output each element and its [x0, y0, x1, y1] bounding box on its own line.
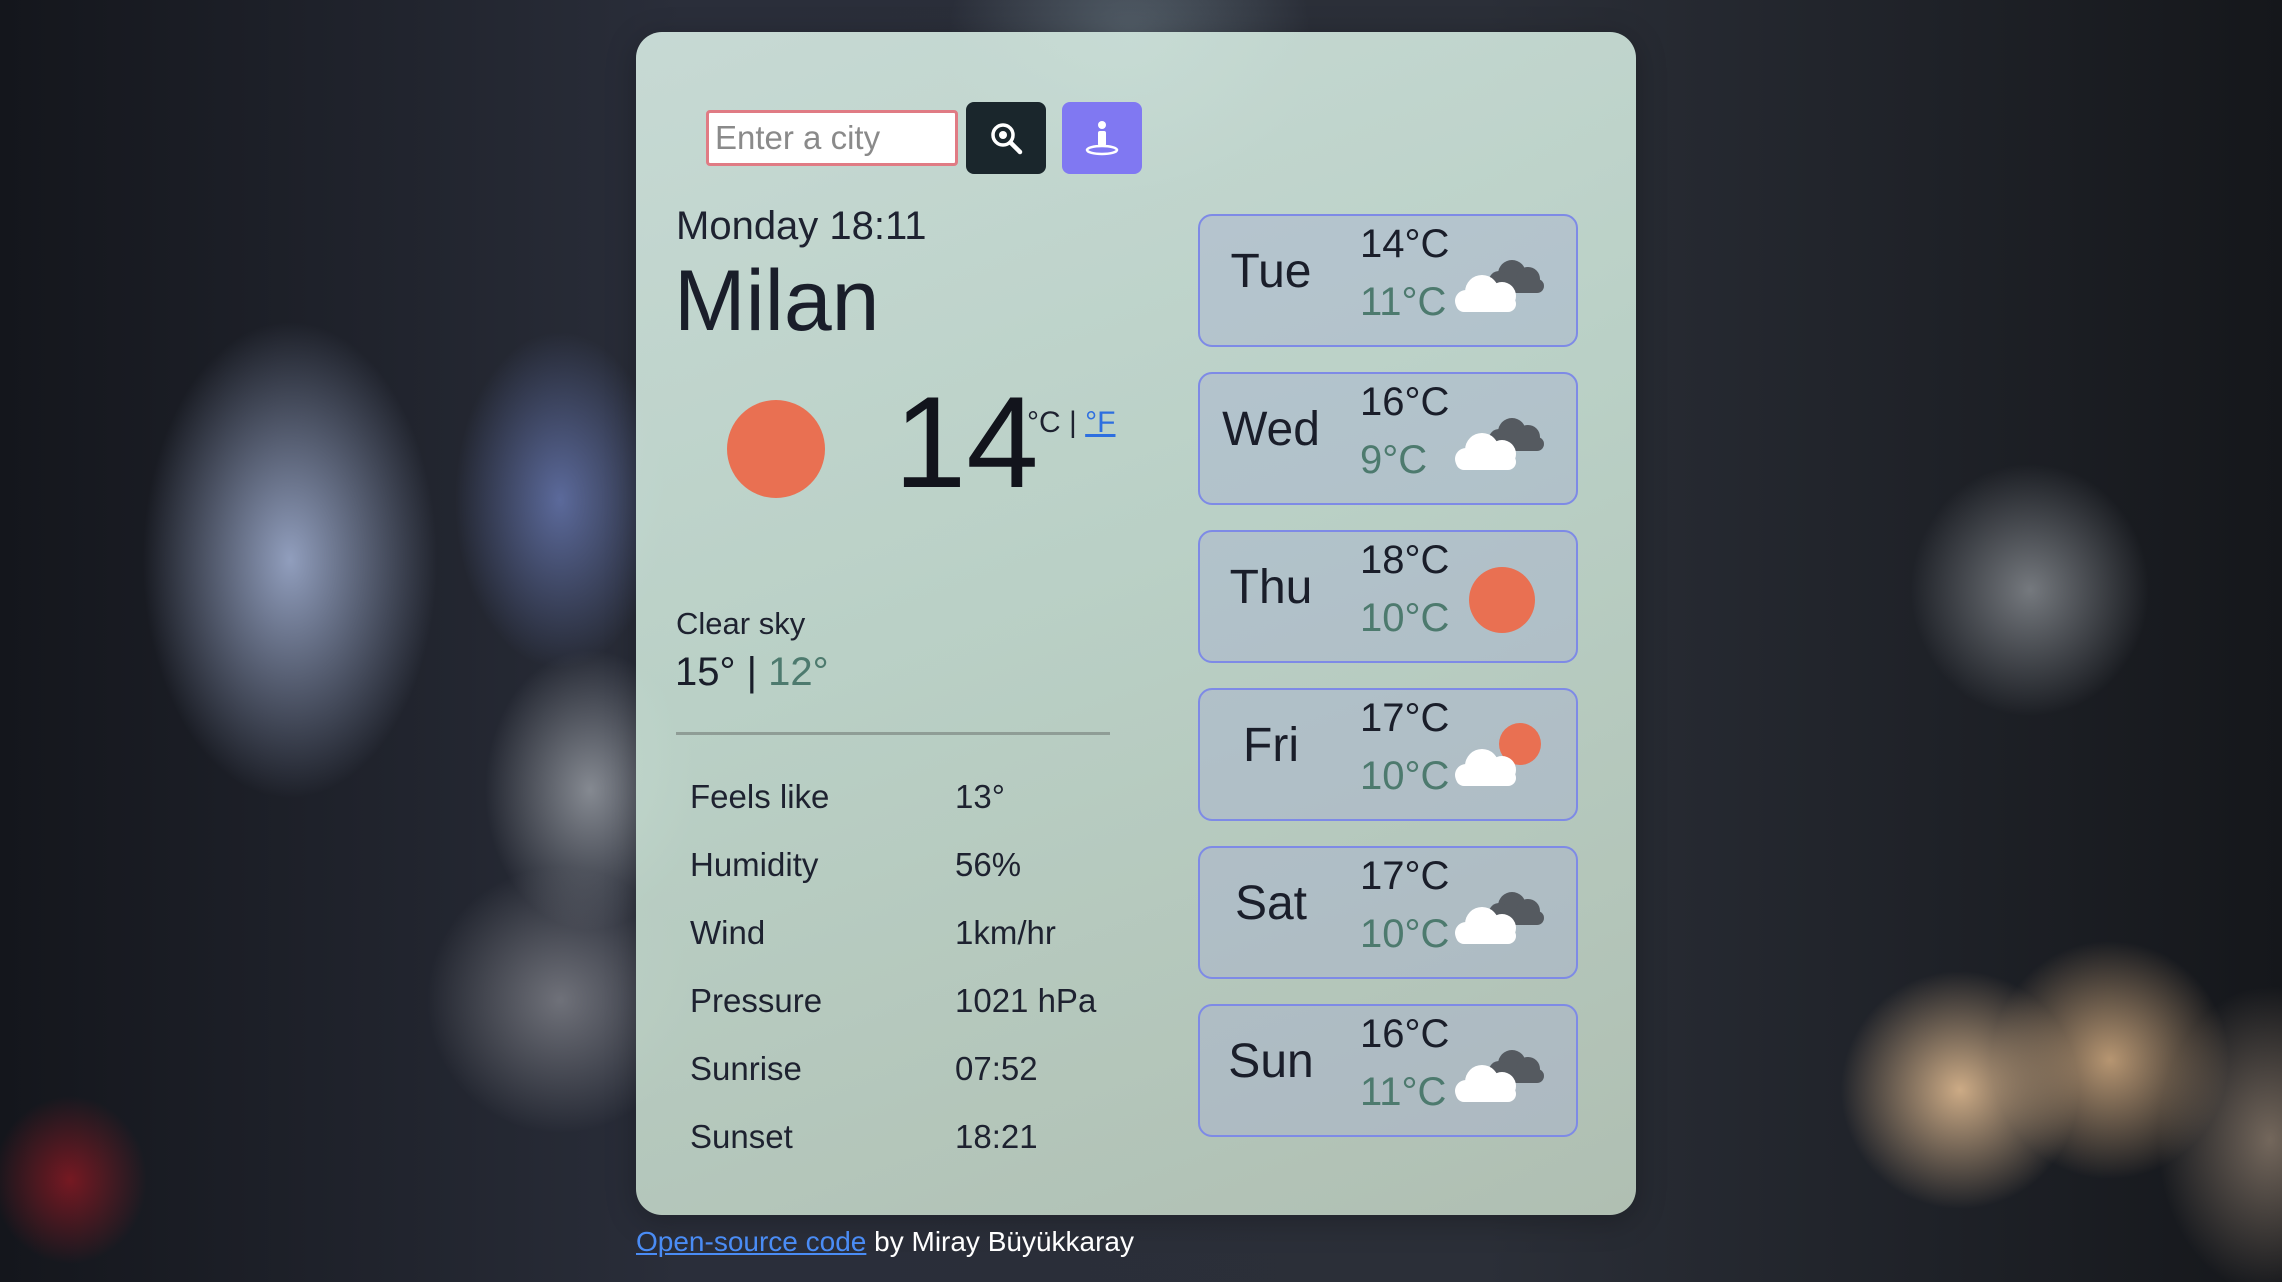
- search-icon: [991, 123, 1023, 155]
- detail-label: Pressure: [690, 982, 823, 1019]
- forecast-max-temp: 18°C: [1360, 538, 1450, 582]
- detail-row-wind: Wind 1km/hr: [690, 914, 1096, 982]
- city-search-input[interactable]: [706, 110, 958, 166]
- detail-label: Humidity: [690, 846, 819, 883]
- forecast-min-temp: 11°C: [1360, 280, 1447, 324]
- low-temperature: 12°: [768, 650, 829, 694]
- detail-row-sunrise: Sunrise 07:52: [690, 1050, 1096, 1118]
- broken-clouds-icon: [1455, 418, 1544, 470]
- forecast-day-tue: Tue 14°C 11°C: [1198, 214, 1578, 347]
- current-date: Monday 18:11: [676, 204, 927, 248]
- broken-clouds-icon: [1455, 260, 1544, 312]
- source-code-link[interactable]: Open-source code: [636, 1226, 866, 1257]
- forecast-min-temp: 10°C: [1360, 754, 1450, 798]
- sun-icon: [1469, 567, 1535, 633]
- forecast-day-name: Sat: [1234, 877, 1308, 930]
- broken-clouds-icon: [1455, 1050, 1544, 1102]
- forecast-min-temp: 10°C: [1360, 596, 1450, 640]
- detail-label: Sunset: [690, 1118, 793, 1155]
- current-location-button[interactable]: [1062, 102, 1142, 174]
- high-low-temperature: 15° | 12°: [675, 650, 829, 695]
- forecast-day-name: Fri: [1243, 719, 1299, 772]
- search-form: [706, 102, 1142, 174]
- unit-toggle: °C | °F: [1027, 406, 1115, 440]
- weather-card: Monday 18:11 Milan 14 °C | °F Clear sky …: [636, 32, 1636, 1215]
- sun-icon: [727, 400, 825, 498]
- fahrenheit-link[interactable]: °F: [1085, 406, 1115, 439]
- forecast-day-name: Thu: [1229, 561, 1313, 614]
- forecast-day-sat: Sat 17°C 10°C: [1198, 846, 1578, 979]
- forecast-day-wed: Wed 16°C 9°C: [1198, 372, 1578, 505]
- detail-row-feels-like: Feels like 13°: [690, 778, 1096, 846]
- forecast-max-temp: 17°C: [1360, 696, 1450, 740]
- forecast-max-temp: 17°C: [1360, 854, 1450, 898]
- detail-value: 18:21: [955, 1118, 1038, 1155]
- forecast-list: Tue 14°C 11°C Wed 16°C 9°C Thu 18°C 10°C: [1198, 214, 1578, 1162]
- forecast-day-thu: Thu 18°C 10°C: [1198, 530, 1578, 663]
- weather-details: Feels like 13° Humidity 56% Wind 1km/hr …: [690, 778, 1096, 1186]
- city-name: Milan: [674, 253, 880, 349]
- forecast-max-temp: 16°C: [1360, 380, 1450, 424]
- detail-value: 07:52: [955, 1050, 1038, 1087]
- footer-credit: by Miray Büyükkaray: [874, 1226, 1135, 1257]
- location-pin-icon: [1085, 121, 1119, 156]
- detail-value: 56%: [955, 846, 1022, 883]
- forecast-min-temp: 10°C: [1360, 912, 1450, 956]
- detail-label: Sunrise: [690, 1050, 802, 1087]
- detail-label: Wind: [690, 914, 766, 951]
- forecast-min-temp: 11°C: [1360, 1070, 1447, 1114]
- forecast-day-name: Wed: [1222, 403, 1320, 456]
- high-low-separator: |: [746, 650, 758, 694]
- divider: [676, 732, 1110, 735]
- detail-row-humidity: Humidity 56%: [690, 846, 1096, 914]
- detail-label: Feels like: [690, 778, 830, 815]
- forecast-min-temp: 9°C: [1360, 438, 1428, 482]
- current-temperature: 14: [894, 369, 1039, 515]
- forecast-day-name: Sun: [1228, 1035, 1314, 1088]
- footer: Open-source code by Miray Büyükkaray: [636, 1226, 1134, 1258]
- detail-value: 1021 hPa: [955, 982, 1097, 1019]
- partly-cloudy-icon: [1455, 723, 1541, 786]
- forecast-day-sun: Sun 16°C 11°C: [1198, 1004, 1578, 1137]
- forecast-max-temp: 16°C: [1360, 1012, 1450, 1056]
- detail-row-pressure: Pressure 1021 hPa: [690, 982, 1096, 1050]
- forecast-max-temp: 14°C: [1360, 222, 1450, 266]
- detail-value: 1km/hr: [955, 914, 1056, 951]
- broken-clouds-icon: [1455, 892, 1544, 944]
- forecast-day-fri: Fri 17°C 10°C: [1198, 688, 1578, 821]
- high-temperature: 15°: [675, 650, 736, 694]
- detail-value: 13°: [955, 778, 1005, 815]
- search-button[interactable]: [966, 102, 1046, 174]
- celsius-unit: °C: [1027, 406, 1061, 439]
- forecast-day-name: Tue: [1230, 245, 1312, 298]
- weather-description: Clear sky: [676, 606, 806, 641]
- detail-row-sunset: Sunset 18:21: [690, 1118, 1096, 1186]
- unit-separator: |: [1069, 406, 1077, 439]
